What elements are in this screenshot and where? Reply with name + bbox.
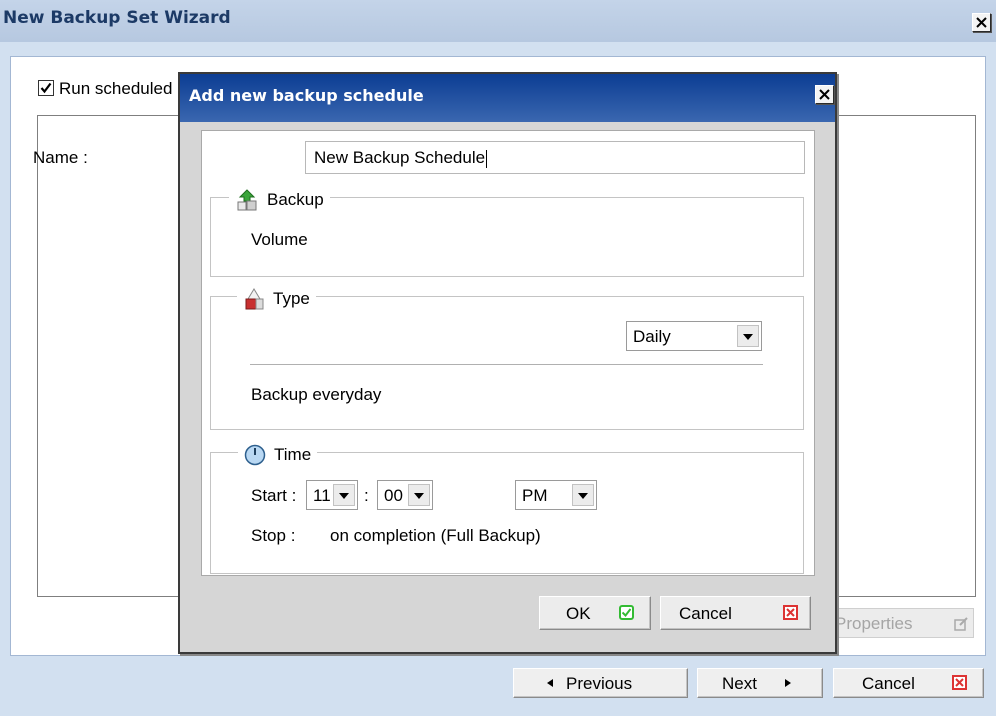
stop-value: on completion (Full Backup)	[330, 526, 541, 545]
type-fieldset	[210, 296, 804, 430]
arrow-left-icon	[547, 679, 553, 687]
next-button[interactable]: Next	[697, 668, 823, 698]
time-fieldset	[210, 452, 804, 574]
properties-label: Properties	[835, 614, 913, 633]
backup-legend: Backup	[229, 187, 330, 213]
time-legend-label: Time	[274, 445, 312, 464]
wizard-close-button[interactable]	[972, 13, 991, 32]
clock-icon	[244, 444, 266, 466]
wizard-cancel-button[interactable]: Cancel	[833, 668, 984, 698]
arrow-right-icon	[785, 679, 791, 687]
name-label: Name :	[33, 148, 88, 167]
run-schedule-checkbox[interactable]	[38, 80, 54, 96]
start-hour-value: 11	[313, 486, 331, 505]
next-label: Next	[722, 674, 757, 693]
previous-label: Previous	[566, 674, 633, 693]
start-minute-select[interactable]: 00	[377, 480, 433, 510]
backup-source-value: Volume	[251, 230, 308, 249]
ok-icon	[619, 605, 634, 620]
start-ampm-value: PM	[522, 486, 548, 505]
cancel-x-icon	[783, 605, 798, 620]
chevron-down-icon[interactable]	[333, 484, 355, 506]
time-colon: :	[364, 486, 369, 505]
dialog-close-button[interactable]	[815, 85, 834, 104]
chevron-down-icon[interactable]	[737, 325, 759, 347]
check-icon	[40, 82, 52, 94]
cancel-x-icon	[952, 675, 967, 690]
schedule-name-value: New Backup Schedule	[314, 148, 486, 167]
dialog-ok-button[interactable]: OK	[539, 596, 651, 630]
schedule-name-input[interactable]: New Backup Schedule	[305, 141, 805, 174]
type-description: Backup everyday	[251, 385, 382, 404]
wizard-title: New Backup Set Wizard	[3, 8, 231, 28]
start-hour-select[interactable]: 11	[306, 480, 358, 510]
close-icon	[819, 89, 830, 100]
wizard-titlebar: New Backup Set Wizard	[0, 0, 996, 42]
close-icon	[976, 17, 987, 28]
text-caret	[486, 149, 488, 168]
dialog-cancel-button[interactable]: Cancel	[660, 596, 811, 630]
backup-legend-label: Backup	[267, 190, 324, 209]
type-select[interactable]: Daily	[626, 321, 762, 351]
type-legend-label: Type	[273, 289, 310, 308]
start-label: Start :	[251, 486, 297, 505]
type-legend: Type	[237, 286, 316, 312]
start-minute-value: 00	[384, 486, 403, 505]
dialog-cancel-label: Cancel	[679, 604, 732, 623]
type-select-value: Daily	[633, 327, 671, 346]
start-ampm-select[interactable]: PM	[515, 480, 597, 510]
properties-button[interactable]: Properties	[828, 608, 974, 638]
chevron-down-icon[interactable]	[408, 484, 430, 506]
type-icon	[245, 288, 264, 310]
dialog-title: Add new backup schedule	[189, 86, 424, 105]
chevron-down-icon[interactable]	[572, 484, 594, 506]
previous-button[interactable]: Previous	[513, 668, 688, 698]
dialog-ok-label: OK	[566, 604, 591, 623]
type-divider	[250, 364, 763, 365]
time-legend: Time	[238, 442, 318, 468]
backup-upload-icon	[237, 189, 257, 211]
dialog-titlebar: Add new backup schedule	[180, 74, 835, 122]
stop-label: Stop :	[251, 526, 296, 545]
edit-icon	[954, 617, 968, 631]
wizard-cancel-label: Cancel	[862, 674, 915, 693]
